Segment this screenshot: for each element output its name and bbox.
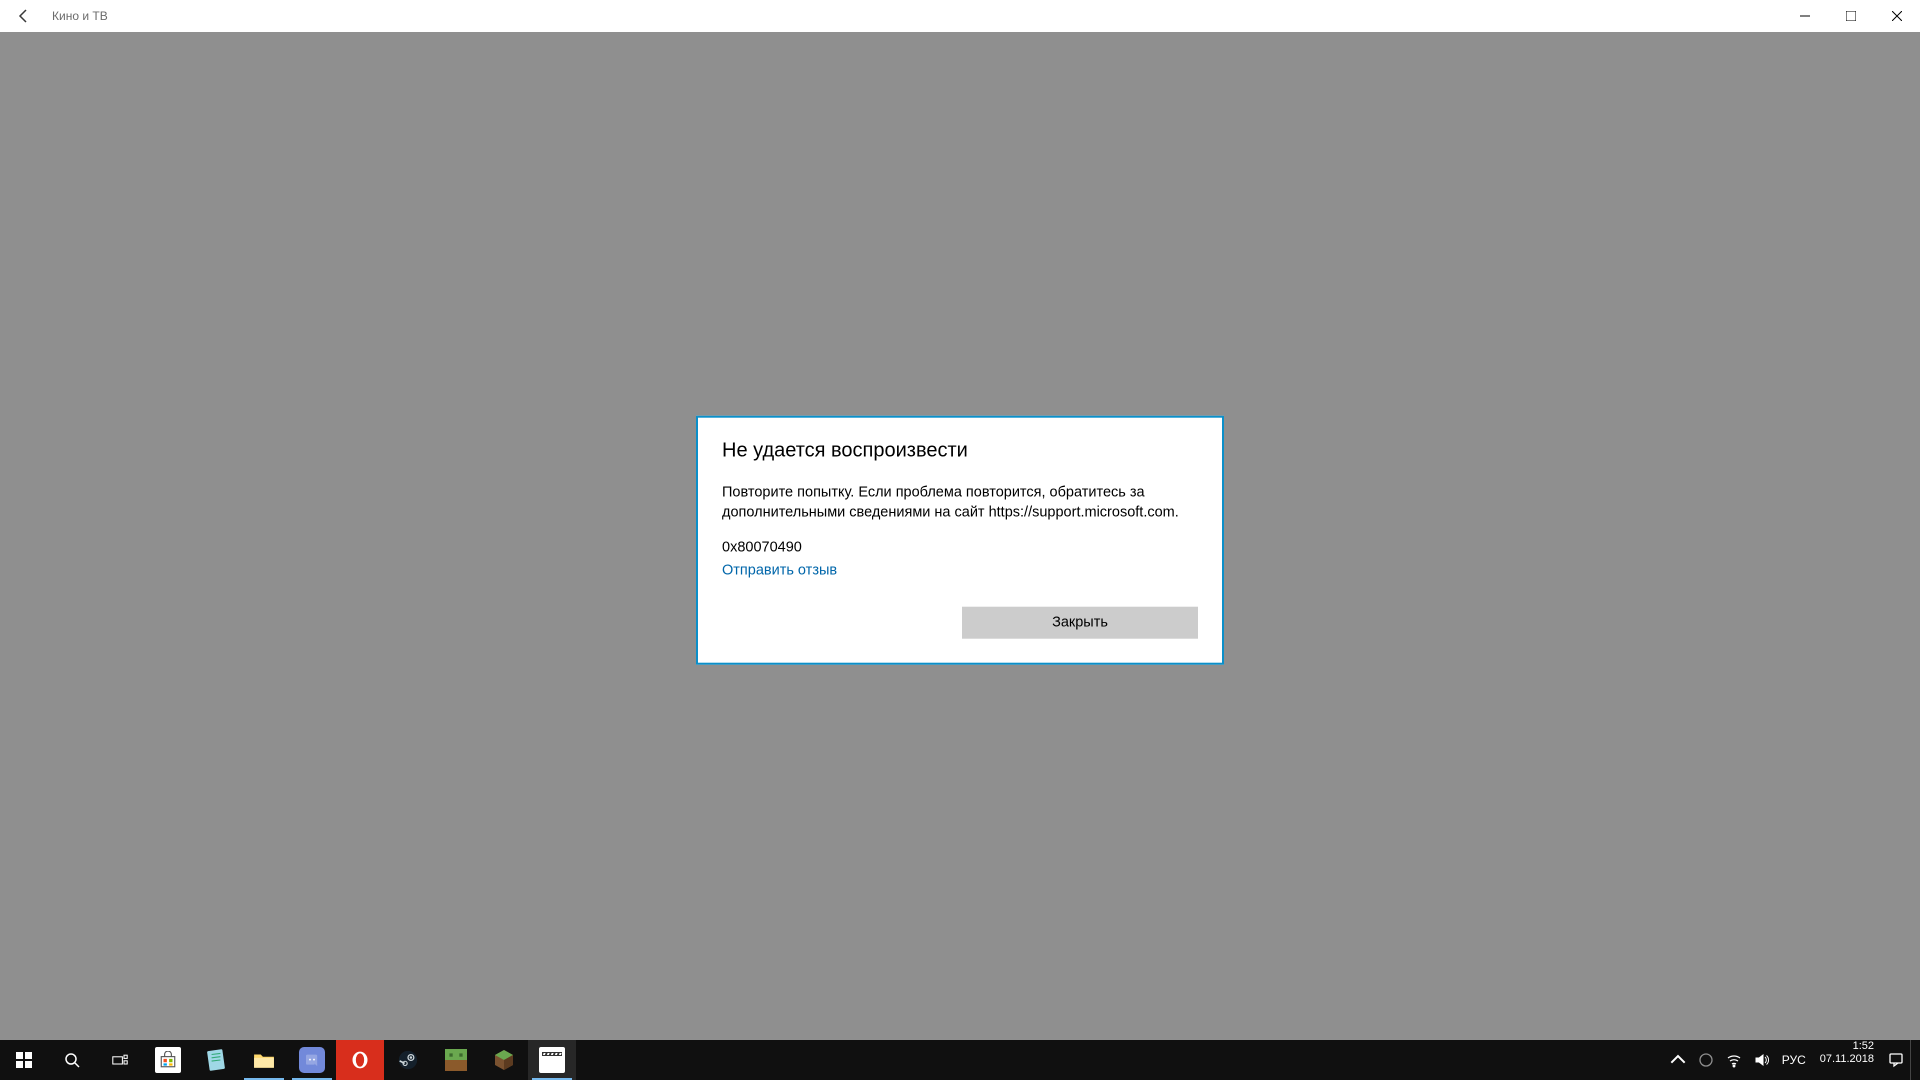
minimize-button[interactable] — [1782, 0, 1828, 32]
tray-overflow-icon[interactable] — [1664, 1040, 1692, 1080]
dialog-actions: Закрыть — [722, 606, 1198, 638]
taskbar-app-movies-tv[interactable] — [528, 1040, 576, 1080]
app-title: Кино и ТВ — [52, 9, 108, 23]
maximize-button[interactable] — [1828, 0, 1874, 32]
taskbar-app-file-explorer[interactable] — [240, 1040, 288, 1080]
taskbar-app-minecraft-launcher[interactable] — [480, 1040, 528, 1080]
volume-icon[interactable] — [1748, 1040, 1776, 1080]
error-dialog: Не удается воспроизвести Повторите попыт… — [696, 416, 1224, 665]
start-button[interactable] — [0, 1040, 48, 1080]
taskbar-app-steam[interactable] — [384, 1040, 432, 1080]
taskbar-app-discord[interactable] — [288, 1040, 336, 1080]
dialog-title: Не удается воспроизвести — [722, 440, 1198, 463]
task-view-button[interactable] — [96, 1040, 144, 1080]
taskbar-system-buttons — [0, 1040, 144, 1080]
taskbar-app-microsoft-store[interactable] — [144, 1040, 192, 1080]
taskbar-app-minecraft[interactable] — [432, 1040, 480, 1080]
dialog-error-code: 0x80070490 — [722, 539, 1198, 555]
close-button[interactable] — [1874, 0, 1920, 32]
dialog-message: Повторите попытку. Если проблема повтори… — [722, 483, 1198, 524]
search-button[interactable] — [48, 1040, 96, 1080]
back-button[interactable] — [0, 0, 48, 32]
clock-time: 1:52 — [1853, 1040, 1874, 1053]
system-tray: РУС 1:52 07.11.2018 — [1664, 1040, 1920, 1080]
taskbar: РУС 1:52 07.11.2018 — [0, 1040, 1920, 1080]
show-desktop-button[interactable] — [1910, 1040, 1916, 1080]
send-feedback-link[interactable]: Отправить отзыв — [722, 562, 837, 578]
taskbar-apps — [144, 1040, 576, 1080]
taskbar-app-opera[interactable] — [336, 1040, 384, 1080]
window-controls — [1782, 0, 1920, 32]
wifi-icon[interactable] — [1720, 1040, 1748, 1080]
action-center-icon[interactable] — [1882, 1040, 1910, 1080]
clock-date: 07.11.2018 — [1820, 1053, 1874, 1066]
clock[interactable]: 1:52 07.11.2018 — [1812, 1040, 1882, 1080]
movies-tv-app-window: Кино и ТВ Не удается воспроизвести Повто… — [0, 0, 1920, 1048]
taskbar-app-notepad[interactable] — [192, 1040, 240, 1080]
tray-app-icon[interactable] — [1692, 1040, 1720, 1080]
titlebar: Кино и ТВ — [0, 0, 1920, 32]
app-content: Не удается воспроизвести Повторите попыт… — [0, 32, 1920, 1048]
dialog-close-button[interactable]: Закрыть — [962, 606, 1198, 638]
input-language[interactable]: РУС — [1776, 1040, 1812, 1080]
